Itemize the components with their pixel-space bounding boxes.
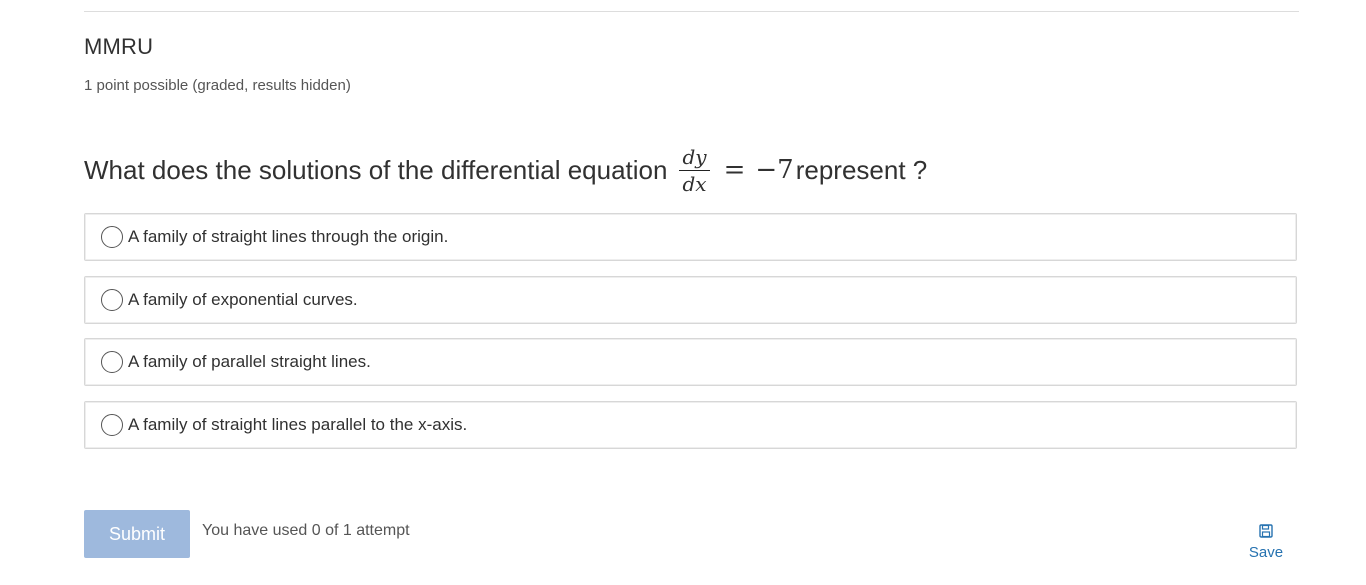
attempts-counter: You have used 0 of 1 attempt xyxy=(202,522,410,539)
question-prefix: What does the solutions of the different… xyxy=(84,154,668,185)
problem-title: MMRU xyxy=(84,34,154,59)
choice-option-2[interactable]: A family of exponential curves. xyxy=(84,276,1297,324)
choice-label: A family of parallel straight lines. xyxy=(128,352,371,371)
derivative-fraction: dy dx xyxy=(679,146,710,196)
question-suffix: represent ? xyxy=(795,154,928,185)
question-text: What does the solutions of the different… xyxy=(84,143,927,197)
choice-label: A family of straight lines through the o… xyxy=(128,227,449,246)
radio-button[interactable] xyxy=(101,351,123,373)
radio-button[interactable] xyxy=(101,226,123,248)
fraction-denominator: dx xyxy=(682,171,707,196)
equation-rhs: −7 xyxy=(755,155,794,185)
choice-label: A family of exponential curves. xyxy=(128,290,358,309)
choice-option-4[interactable]: A family of straight lines parallel to t… xyxy=(84,401,1297,449)
floppy-disk-icon xyxy=(1259,524,1273,538)
radio-button[interactable] xyxy=(101,289,123,311)
top-divider xyxy=(84,11,1299,12)
equals-sign: = xyxy=(723,155,746,185)
grading-info: 1 point possible (graded, results hidden… xyxy=(84,77,351,94)
fraction-numerator: dy xyxy=(679,146,710,171)
choice-option-3[interactable]: A family of parallel straight lines. xyxy=(84,338,1297,386)
choice-label: A family of straight lines parallel to t… xyxy=(128,415,468,434)
problem-page: MMRU 1 point possible (graded, results h… xyxy=(0,0,1366,585)
save-label: Save xyxy=(1248,544,1284,561)
submit-button[interactable]: Submit xyxy=(84,510,190,558)
save-button[interactable]: Save xyxy=(1240,524,1292,561)
radio-button[interactable] xyxy=(101,414,123,436)
math-equation: dy dx = −7 xyxy=(679,146,794,196)
choice-option-1[interactable]: A family of straight lines through the o… xyxy=(84,213,1297,261)
